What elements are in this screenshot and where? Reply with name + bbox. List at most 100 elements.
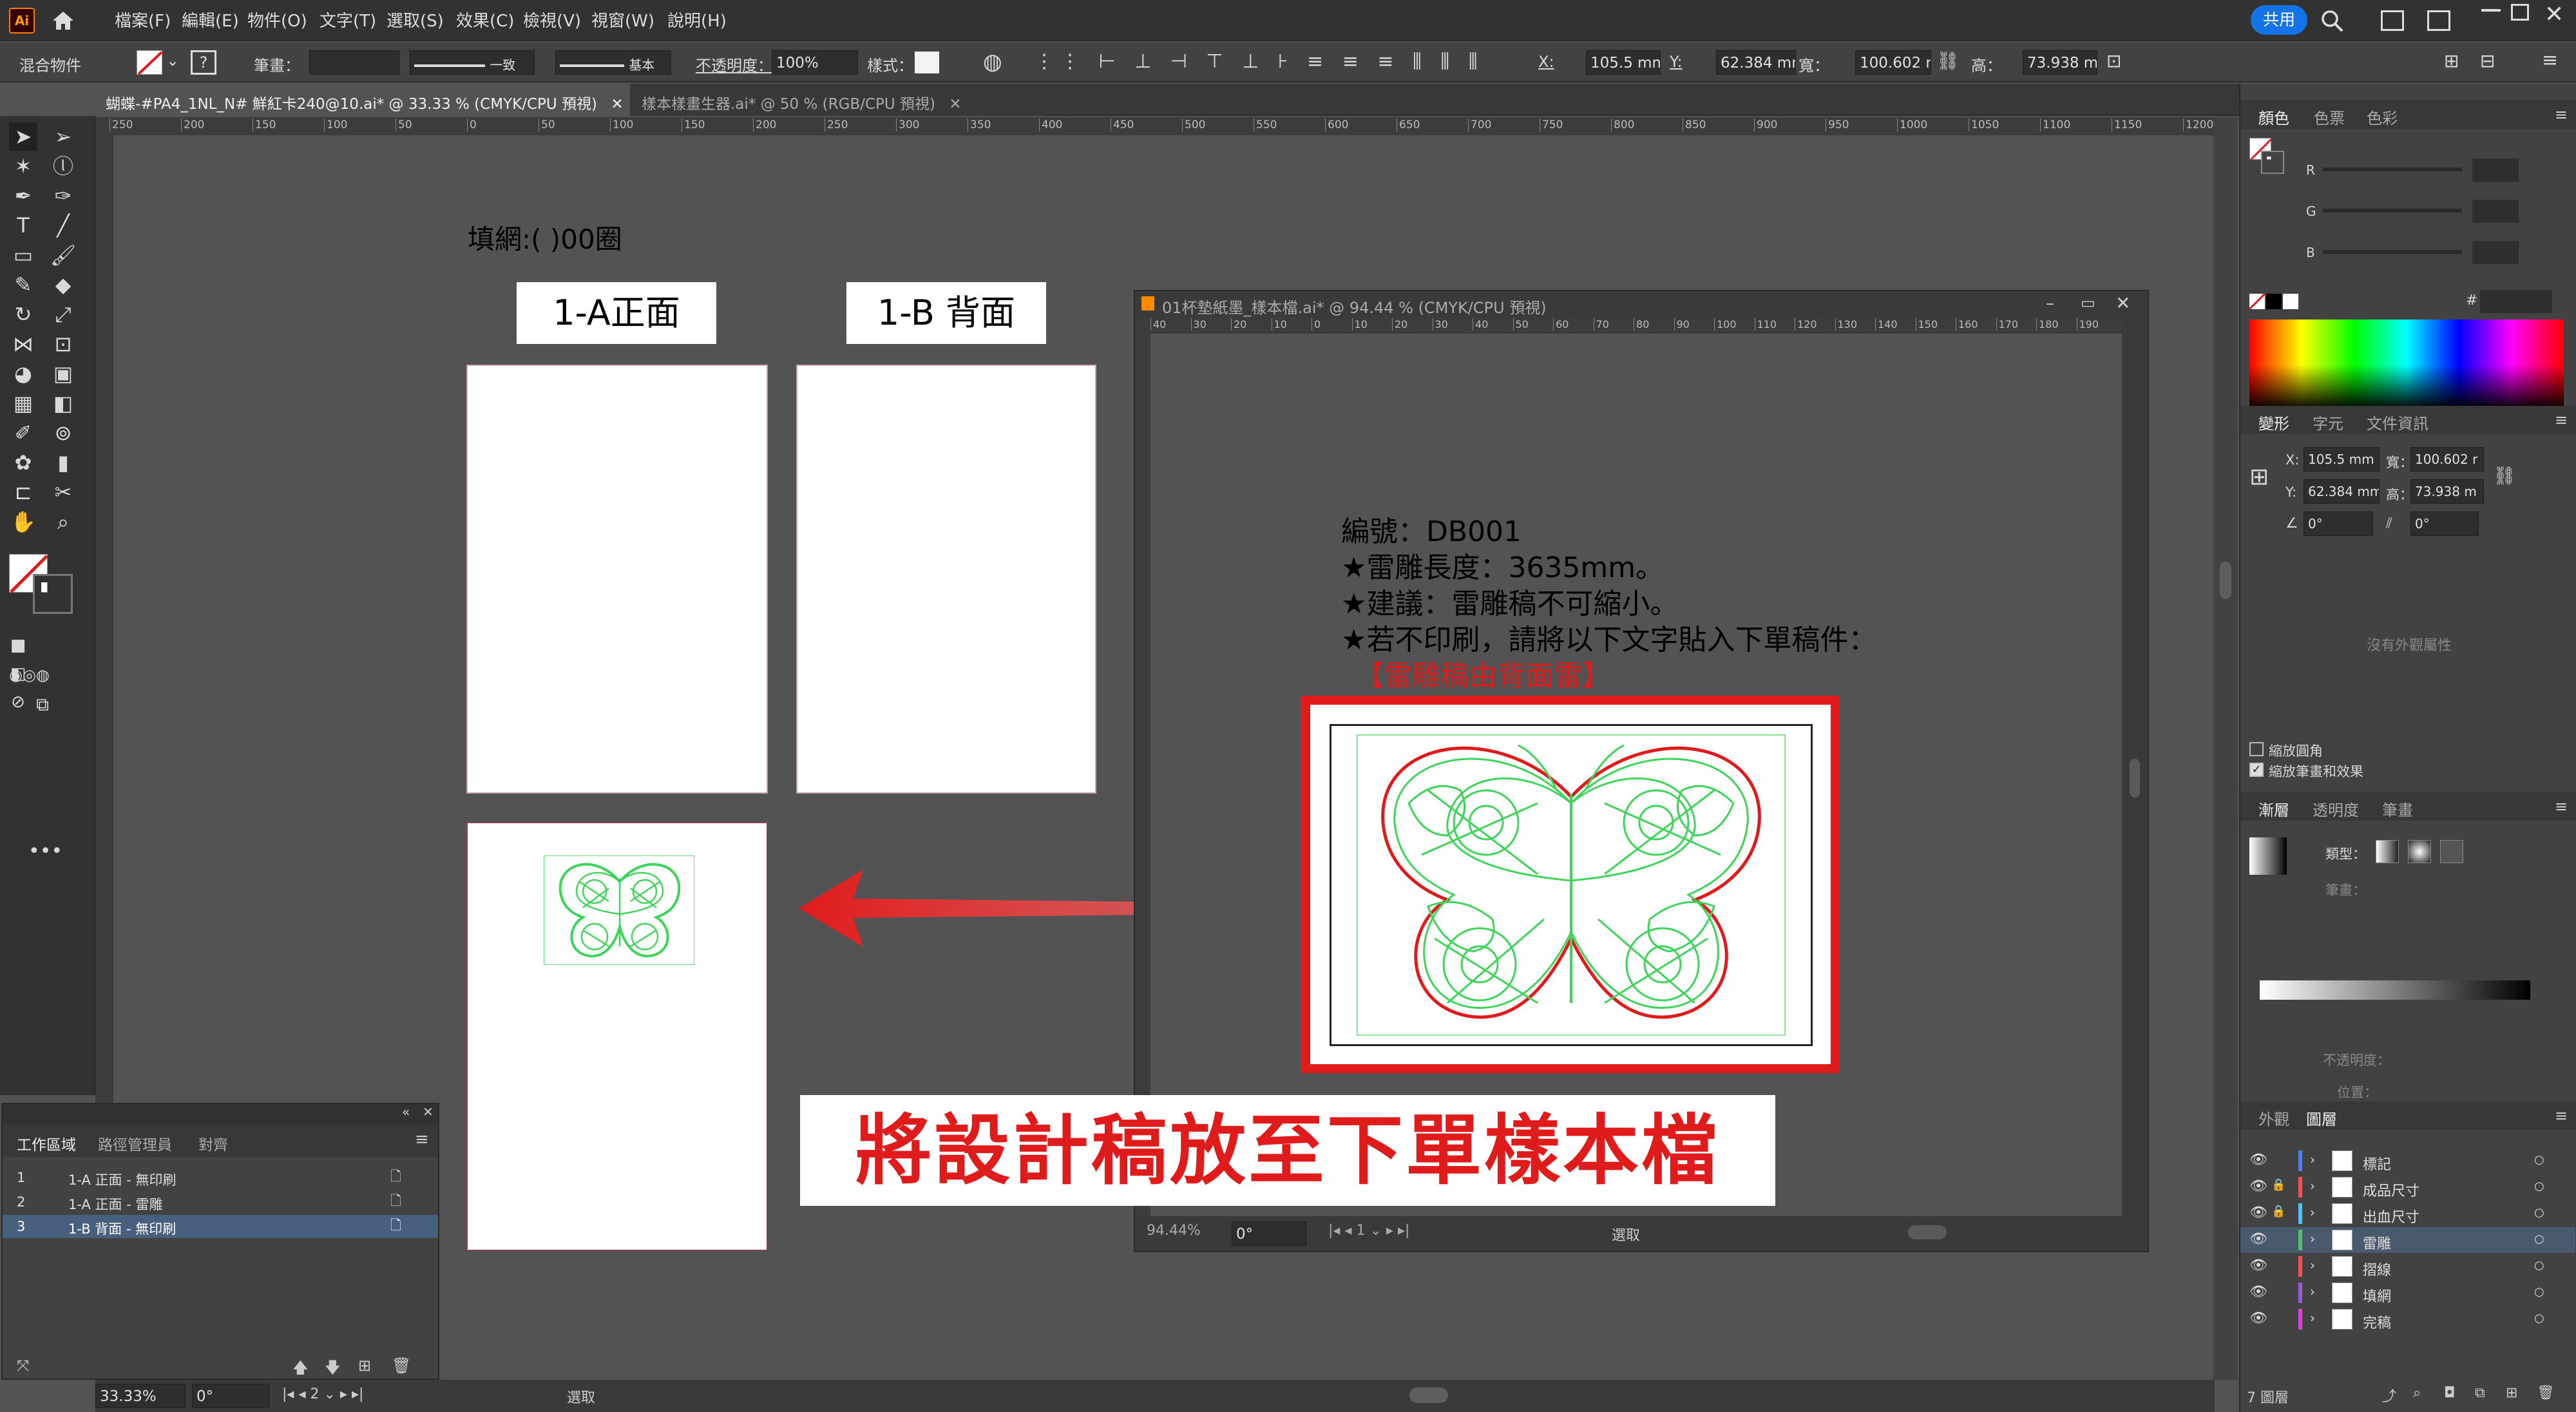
drawing-mode-icon[interactable]: ◉◎◍ bbox=[9, 661, 50, 689]
y-field[interactable]: 62.384 mm bbox=[1716, 50, 1796, 75]
artboard-1a-front[interactable] bbox=[466, 365, 768, 794]
layer-row[interactable]: 👁 › 完稿 ○ bbox=[2240, 1306, 2575, 1332]
reference-point-icon[interactable]: ⊞ bbox=[2249, 464, 2269, 490]
menu-item-select[interactable]: 選取(S) bbox=[386, 8, 444, 32]
layer-row[interactable]: 👁 🔒 › 成品尺寸 ○ bbox=[2240, 1174, 2575, 1200]
move-down-icon[interactable]: 🡇 bbox=[325, 1357, 341, 1383]
artboard-1b-back-noprint[interactable] bbox=[466, 822, 768, 1251]
link-proportions-icon[interactable]: ⛓ bbox=[1936, 50, 1960, 72]
artboard-row[interactable]: 1 1-A 正面 - 無印刷 🗋 bbox=[3, 1166, 438, 1189]
maximize-icon[interactable]: ▭ bbox=[2081, 294, 2095, 312]
visibility-eye-icon[interactable]: 👁 bbox=[2249, 1257, 2267, 1274]
floating-page-number[interactable]: 1 bbox=[1356, 1223, 1365, 1239]
new-sublayer-icon[interactable]: ⧉ bbox=[2475, 1385, 2485, 1401]
symbol-sprayer-tool-icon[interactable]: ✿ bbox=[9, 448, 37, 477]
slice-tool-icon[interactable]: ✂ bbox=[49, 478, 77, 506]
menu-item-window[interactable]: 視窗(W) bbox=[591, 8, 654, 32]
menu-item-type[interactable]: 文字(T) bbox=[320, 8, 376, 32]
rectangle-tool-icon[interactable]: ▭ bbox=[9, 241, 37, 269]
tab-color-guide[interactable]: 色彩 bbox=[2367, 106, 2398, 128]
opacity-field[interactable]: 100% bbox=[772, 50, 858, 75]
scale-tool-icon[interactable]: ⤢ bbox=[49, 300, 77, 329]
tab-sample-document[interactable]: 樣本樣畫生器.ai* @ 50 % (RGB/CPU 預視) ✕ bbox=[631, 84, 1044, 116]
menu-item-effect[interactable]: 效果(C) bbox=[456, 8, 514, 32]
tab-swatches[interactable]: 色票 bbox=[2314, 106, 2345, 128]
laser-butterfly-thumbnail[interactable] bbox=[544, 855, 694, 965]
close-icon[interactable]: ✕ bbox=[2115, 292, 2130, 314]
x-field[interactable]: 105.5 mm bbox=[1586, 50, 1661, 75]
transform-y-field[interactable]: 62.384 mm bbox=[2304, 479, 2380, 504]
restore-window-icon[interactable] bbox=[2511, 4, 2529, 21]
arrange-documents-icon[interactable] bbox=[2427, 10, 2450, 31]
transform-options-icon[interactable]: ⊡ bbox=[2106, 50, 2121, 72]
align-icons[interactable]: ⋮⋮ ⊢ ⊥ ⊣ ⊤ ⊥ ⊦ ≡ ≡ ≡ ⫼ ⫼ ⫼ bbox=[1035, 50, 1484, 73]
main-vertical-scrollbar[interactable] bbox=[2213, 117, 2238, 1380]
expand-arrow-icon[interactable]: › bbox=[2310, 1310, 2315, 1326]
fill-stroke-indicator[interactable] bbox=[9, 554, 80, 618]
panel-menu-icon[interactable]: ≡ bbox=[2555, 106, 2568, 124]
stroke-box[interactable] bbox=[33, 574, 73, 614]
shape-builder-tool-icon[interactable]: ◕ bbox=[9, 359, 37, 388]
zoom-field[interactable]: 33.33% bbox=[95, 1384, 186, 1408]
radial-gradient-button[interactable] bbox=[2408, 840, 2431, 863]
minimize-window-icon[interactable] bbox=[2481, 9, 2501, 12]
artboard-row[interactable]: 2 1-A 正面 - 雷雕 🗋 bbox=[3, 1190, 438, 1214]
lock-icon[interactable]: 🔒 bbox=[2271, 1178, 2285, 1192]
perspective-grid-tool-icon[interactable]: ▦ bbox=[9, 389, 37, 417]
fill-swatch[interactable] bbox=[137, 50, 163, 75]
transform-x-field[interactable]: 105.5 mm bbox=[2304, 447, 2380, 472]
collect-export-icon[interactable]: ⤴ bbox=[2382, 1385, 2396, 1406]
menu-item-object[interactable]: 物件(O) bbox=[247, 8, 307, 32]
lock-icon[interactable]: 🔒 bbox=[2271, 1205, 2285, 1218]
layer-name[interactable]: 摺線 bbox=[2363, 1259, 2391, 1279]
paintbrush-tool-icon[interactable]: 🖌 bbox=[49, 241, 77, 269]
stroke-weight-stepper[interactable] bbox=[309, 50, 399, 75]
target-icon[interactable]: ○ bbox=[2534, 1206, 2544, 1219]
r-slider[interactable] bbox=[2323, 167, 2462, 171]
blend-tool-icon[interactable]: ⊚ bbox=[49, 419, 77, 447]
freeform-gradient-button[interactable] bbox=[2440, 840, 2463, 863]
visibility-eye-icon[interactable]: 👁 bbox=[2249, 1231, 2267, 1247]
artboards-panel-grip[interactable]: « ✕ bbox=[3, 1104, 438, 1125]
layer-name[interactable]: 出血尺寸 bbox=[2363, 1206, 2419, 1226]
curvature-tool-icon[interactable]: ✑ bbox=[49, 182, 77, 210]
floating-horizontal-scroll-thumb[interactable] bbox=[1908, 1225, 1947, 1239]
more-tools-icon[interactable]: ••• bbox=[28, 837, 62, 866]
transform-h-field[interactable]: 73.938 m bbox=[2410, 479, 2484, 504]
target-icon[interactable]: ○ bbox=[2534, 1259, 2544, 1272]
close-window-icon[interactable]: ✕ bbox=[2544, 1, 2564, 28]
color-mode-icon[interactable]: ■ ◧ ⊘ bbox=[4, 631, 32, 712]
panel-menu-icon[interactable]: ≡ bbox=[2555, 411, 2568, 429]
artboard-row[interactable]: 3 1-B 背面 - 無印刷 🗋 bbox=[3, 1215, 438, 1238]
move-up-icon[interactable]: 🡅 bbox=[292, 1357, 309, 1383]
layer-name[interactable]: 完稿 bbox=[2363, 1312, 2391, 1332]
visibility-eye-icon[interactable]: 👁 bbox=[2249, 1284, 2267, 1300]
menu-item-view[interactable]: 檢視(V) bbox=[523, 8, 581, 32]
opacity-label[interactable]: 不透明度： bbox=[696, 53, 773, 75]
type-tool-icon[interactable]: T bbox=[9, 211, 37, 240]
expand-arrow-icon[interactable]: › bbox=[2310, 1178, 2315, 1194]
share-button[interactable]: 共用 bbox=[2251, 5, 2307, 35]
main-scroll-thumb[interactable] bbox=[2220, 562, 2231, 599]
zoom-tool-icon[interactable]: ⌕ bbox=[49, 508, 77, 536]
tab-appearance[interactable]: 外觀 bbox=[2258, 1107, 2289, 1129]
shaper-tool-icon[interactable]: ✎ bbox=[9, 271, 37, 299]
artboard-options-icon[interactable]: 🗋 bbox=[390, 1216, 401, 1239]
angle-field[interactable]: 0° bbox=[192, 1384, 269, 1408]
brush-select[interactable]: 基本 bbox=[555, 50, 671, 75]
style-swatch[interactable] bbox=[915, 52, 939, 73]
floating-vertical-scrollbar[interactable] bbox=[2122, 317, 2148, 1216]
arrange-icon[interactable]: ⊟ bbox=[2480, 50, 2495, 72]
g-slider[interactable] bbox=[2323, 209, 2462, 213]
selection-tool-icon[interactable]: ➤ bbox=[9, 122, 37, 151]
hex-field[interactable] bbox=[2480, 290, 2552, 313]
magic-wand-tool-icon[interactable]: ✶ bbox=[9, 152, 37, 180]
panel-menu-icon[interactable]: ≡ bbox=[2555, 1107, 2568, 1125]
layer-row[interactable]: 👁 › 標記 ○ bbox=[2240, 1148, 2575, 1174]
rotate-tool-icon[interactable]: ↻ bbox=[9, 300, 37, 329]
page-nav[interactable]: |◂ ◂ 2 ⌄ ▸ ▸| bbox=[282, 1386, 363, 1402]
visibility-eye-icon[interactable]: 👁 bbox=[2249, 1152, 2267, 1168]
color-fill-stroke[interactable] bbox=[2249, 138, 2288, 176]
tab-document-info[interactable]: 文件資訊 bbox=[2367, 411, 2428, 434]
artboard-tool-icon[interactable]: ⊏ bbox=[9, 478, 37, 506]
